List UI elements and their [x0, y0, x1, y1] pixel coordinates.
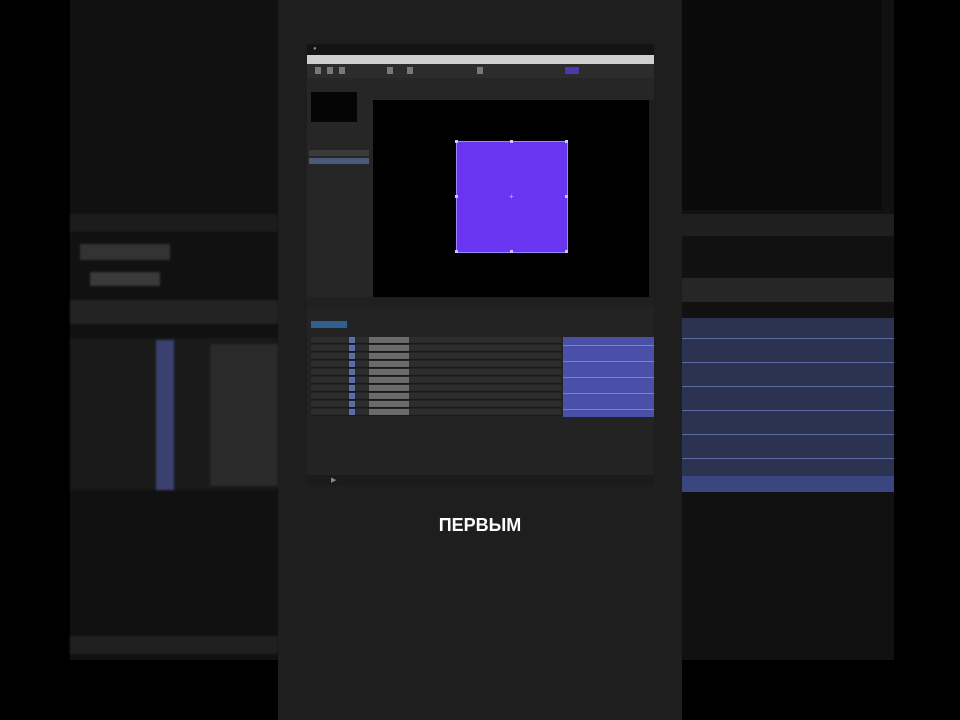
blurred-right-background	[682, 0, 894, 660]
transform-handle[interactable]	[455, 195, 458, 198]
video-caption: ПЕРВЫМ	[438, 515, 522, 535]
table-row[interactable]	[311, 377, 561, 384]
table-row[interactable]	[311, 337, 561, 344]
transform-handle[interactable]	[510, 140, 513, 143]
zoom-tool-icon[interactable]	[339, 67, 345, 74]
table-row[interactable]	[311, 401, 561, 408]
workspace-highlight[interactable]	[565, 67, 579, 74]
transform-handle[interactable]	[455, 250, 458, 253]
apple-logo-icon: ●	[313, 46, 317, 52]
transform-handle[interactable]	[455, 140, 458, 143]
table-row[interactable]	[311, 393, 561, 400]
timeline-panel[interactable]: ▶	[307, 307, 654, 485]
table-row[interactable]	[311, 353, 561, 360]
transform-handle[interactable]	[565, 195, 568, 198]
list-item[interactable]	[309, 150, 369, 156]
window-title-bar	[307, 55, 654, 64]
layer-tracks[interactable]	[563, 337, 654, 417]
transform-handle[interactable]	[510, 250, 513, 253]
hand-tool-icon[interactable]	[327, 67, 333, 74]
table-row[interactable]	[311, 345, 561, 352]
pen-tool-icon[interactable]	[387, 67, 393, 74]
shape-tool-icon[interactable]	[407, 67, 413, 74]
composition-viewer[interactable]: +	[373, 100, 649, 297]
list-item[interactable]	[309, 158, 369, 164]
transform-handle[interactable]	[565, 250, 568, 253]
play-icon[interactable]: ▶	[331, 476, 336, 484]
viewer-header	[373, 78, 654, 100]
tools-toolbar[interactable]	[307, 64, 654, 79]
composition-thumbnail	[311, 92, 357, 122]
timeline-footer: ▶	[307, 475, 654, 485]
tab-composition[interactable]	[311, 321, 347, 328]
table-row[interactable]	[311, 409, 561, 416]
purple-square-layer[interactable]: +	[455, 140, 568, 253]
selection-tool-icon[interactable]	[315, 67, 321, 74]
blurred-left-background	[70, 0, 278, 660]
table-row[interactable]	[311, 385, 561, 392]
viewer-controls[interactable]	[307, 297, 654, 307]
table-row[interactable]	[311, 369, 561, 376]
transform-handle[interactable]	[565, 140, 568, 143]
anchor-point-icon[interactable]: +	[509, 193, 515, 201]
brush-tool-icon[interactable]	[477, 67, 483, 74]
project-panel	[307, 78, 374, 302]
table-row[interactable]	[311, 361, 561, 368]
mac-menu-bar: ●	[307, 44, 654, 55]
